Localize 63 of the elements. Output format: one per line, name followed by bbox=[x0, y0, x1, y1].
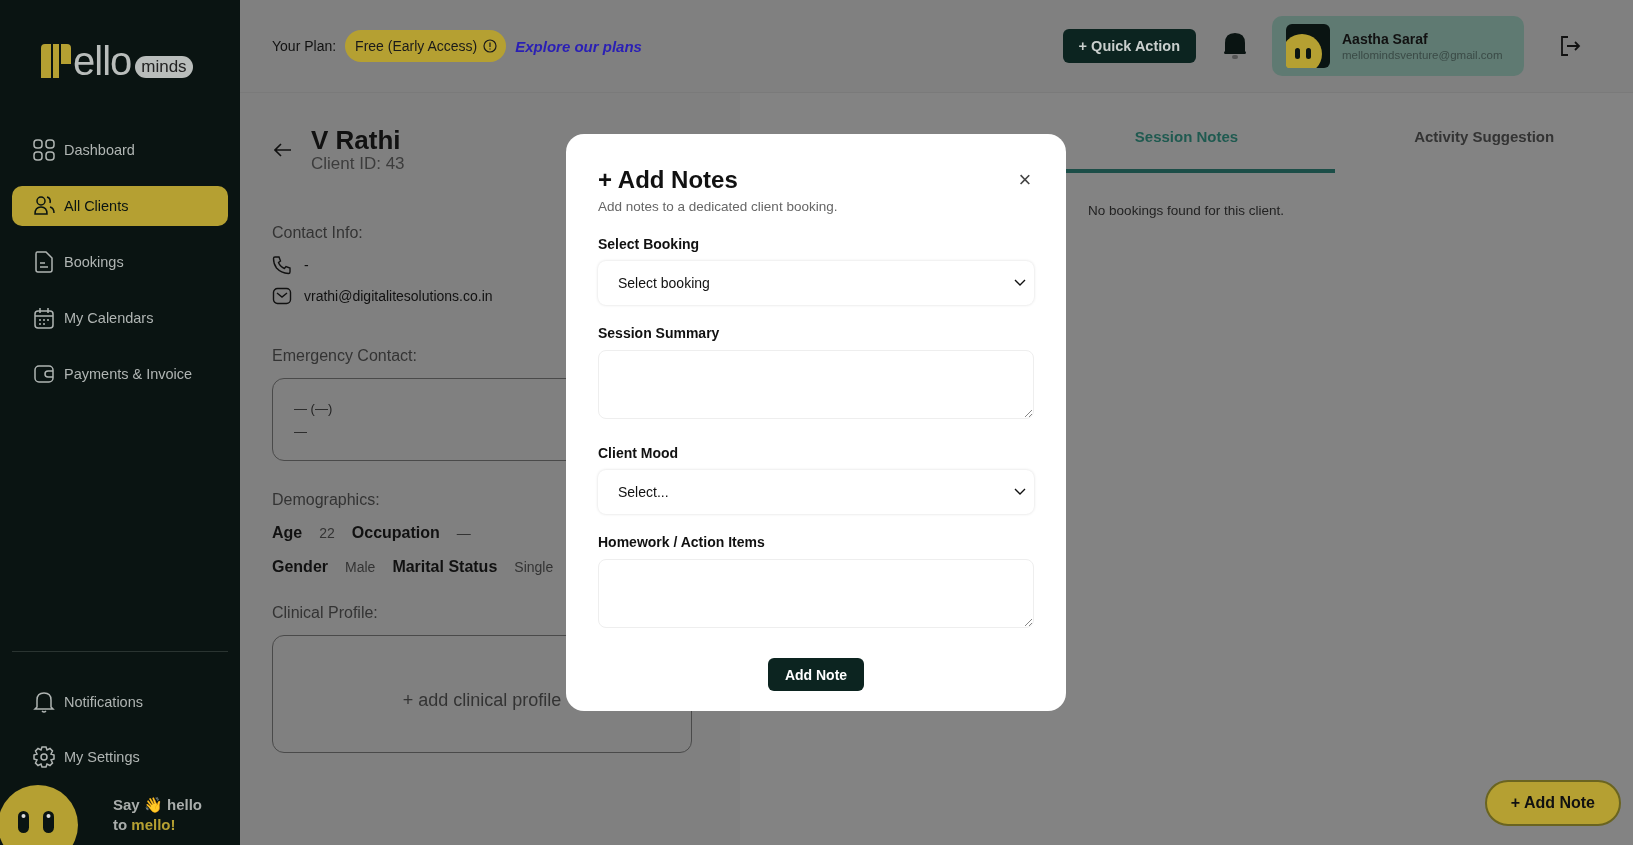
resize-grip-icon[interactable] bbox=[1024, 409, 1032, 417]
demographic-label: Age bbox=[272, 524, 303, 542]
bell-icon bbox=[33, 691, 55, 713]
avatar-icon bbox=[1286, 24, 1330, 68]
phone-number: - bbox=[304, 257, 309, 273]
field-label: Select Booking bbox=[598, 236, 701, 252]
section-heading: Emergency Contact: bbox=[272, 347, 417, 365]
logo-tag: minds bbox=[135, 56, 193, 78]
plan-badge[interactable]: Free (Early Access) bbox=[345, 30, 507, 62]
nav-item[interactable]: Bookings bbox=[12, 242, 228, 282]
dialog-subtitle: Add notes to a dedicated client booking. bbox=[598, 199, 839, 214]
close-button[interactable]: × bbox=[1016, 171, 1034, 189]
demographic-label: Marital Status bbox=[392, 558, 498, 576]
bell-icon[interactable] bbox=[1222, 31, 1248, 61]
email-address: vrathi@digitalitesolutions.co.in bbox=[304, 288, 493, 304]
nav-item[interactable]: My Calendars bbox=[12, 298, 228, 338]
section-heading: Demographics: bbox=[272, 491, 380, 509]
wallet-icon bbox=[33, 363, 55, 385]
nav-item[interactable]: Notifications bbox=[12, 682, 228, 722]
field-label: Session Summary bbox=[598, 325, 721, 341]
chevron-down-icon bbox=[1014, 279, 1026, 287]
greeting-text: Say 👋 hello to mello! bbox=[112, 795, 202, 835]
nav-item[interactable]: Dashboard bbox=[12, 130, 228, 170]
chevron-down-icon bbox=[1014, 488, 1026, 496]
demographic-value: Male bbox=[345, 559, 376, 575]
user-name: Aastha Saraf bbox=[1342, 31, 1429, 47]
nav-item[interactable]: All Clients bbox=[12, 186, 228, 226]
select-field[interactable]: Select booking bbox=[598, 261, 1034, 305]
mail-icon bbox=[272, 287, 292, 305]
phone-icon bbox=[272, 255, 292, 275]
section-heading: Clinical Profile: bbox=[272, 604, 378, 622]
calendar-icon bbox=[33, 307, 55, 329]
nav-item[interactable]: Payments & Invoice bbox=[12, 354, 228, 394]
demographic-value: — bbox=[456, 525, 471, 541]
demographic-label: Occupation bbox=[351, 524, 440, 542]
demographic-label: Gender bbox=[272, 558, 328, 576]
dialog-title: + Add Notes bbox=[598, 166, 738, 194]
info-icon bbox=[483, 39, 498, 53]
document-icon bbox=[33, 251, 55, 273]
logo-text: ello bbox=[73, 44, 132, 78]
field-label: Homework / Action Items bbox=[598, 534, 766, 550]
client-id: Client ID: 43 bbox=[311, 154, 405, 174]
settings-icon bbox=[33, 746, 55, 768]
section-heading: Contact Info: bbox=[272, 224, 363, 242]
demographic-value: Single bbox=[514, 559, 554, 575]
plan-label: Your Plan: bbox=[272, 38, 337, 54]
quick-action-button[interactable]: + Quick Action bbox=[1062, 29, 1196, 63]
users-icon bbox=[33, 195, 55, 217]
add-note-button[interactable]: + Add Note bbox=[1484, 780, 1621, 826]
emergency-contact-text: — bbox=[294, 423, 307, 439]
nav-item[interactable]: My Settings bbox=[12, 737, 228, 777]
demographic-value: 22 bbox=[319, 525, 335, 541]
logo-mark-icon bbox=[41, 44, 71, 78]
select-field[interactable]: Select... bbox=[598, 470, 1034, 514]
field-label: Client Mood bbox=[598, 445, 680, 461]
client-name: V Rathi bbox=[311, 126, 402, 154]
resize-grip-icon[interactable] bbox=[1024, 618, 1032, 626]
logout-icon[interactable] bbox=[1559, 35, 1581, 57]
empty-message: No bookings found for this client. bbox=[1087, 203, 1285, 218]
emergency-contact-text: — (—) bbox=[294, 400, 333, 416]
back-arrow-icon[interactable] bbox=[274, 143, 292, 157]
add-note-submit-button[interactable]: Add Note bbox=[767, 658, 865, 691]
grid-icon bbox=[33, 139, 55, 161]
